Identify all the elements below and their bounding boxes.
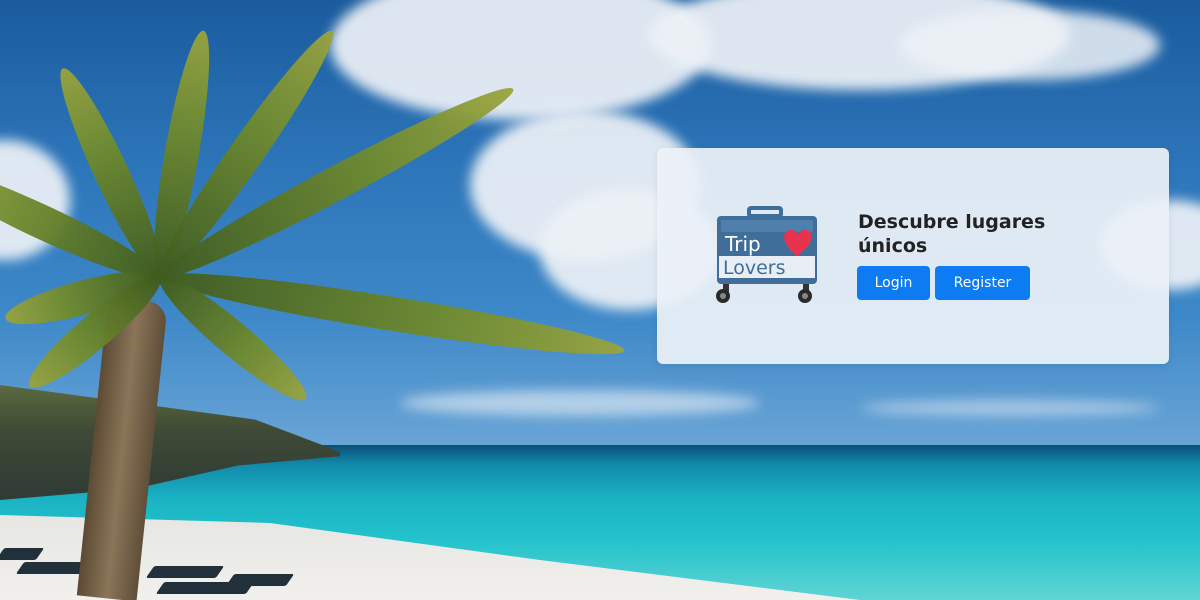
cloud [400,390,760,416]
logo-word-trip: Trip [724,232,761,256]
trip-lovers-logo: Trip Lovers [711,206,823,306]
suitcase-heart-icon: Trip Lovers [716,206,817,303]
welcome-card: Trip Lovers Descubre lugares únicos Logi… [657,148,1169,364]
cloud [860,400,1160,416]
register-button[interactable]: Register [935,266,1030,300]
beach-chair [225,574,295,586]
cloud [900,10,1160,80]
logo-word-lovers: Lovers [723,257,786,279]
login-button[interactable]: Login [857,266,930,300]
beach-chair [145,566,225,578]
page-title: Descubre lugares únicos [858,211,1046,257]
